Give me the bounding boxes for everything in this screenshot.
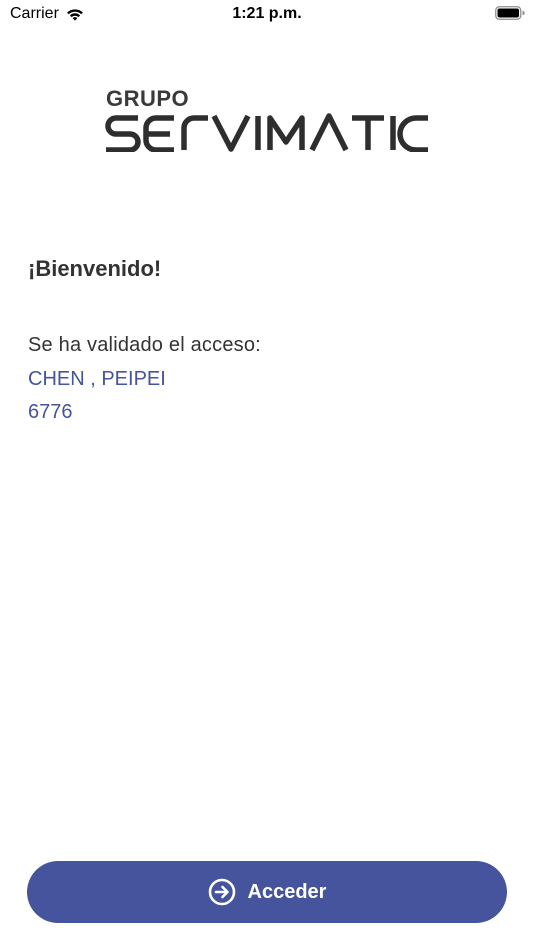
status-bar: Carrier 1:21 p.m. (0, 0, 534, 30)
servimatic-logo: GRUPO (104, 86, 434, 156)
access-validated-label: Se ha validado el acceso: (28, 334, 261, 356)
battery-icon (495, 6, 525, 20)
logo-grupo-text: GRUPO (106, 86, 190, 111)
welcome-heading: ¡Bienvenido! (28, 256, 162, 281)
user-code: 6776 (28, 401, 73, 423)
arrow-right-circle-icon (208, 878, 235, 906)
login-confirmation-screen: Carrier 1:21 p.m. GRUPO ¡Bienvenido! Se … (0, 0, 534, 950)
status-time: 1:21 p.m. (232, 5, 302, 22)
logo-main-text: SERVIMATIC (104, 86, 105, 87)
access-button[interactable]: Acceder (27, 861, 507, 923)
logo-wordmark (105, 113, 428, 152)
access-button-label: Acceder (247, 880, 327, 903)
user-name: CHEN , PEIPEI (28, 368, 166, 390)
